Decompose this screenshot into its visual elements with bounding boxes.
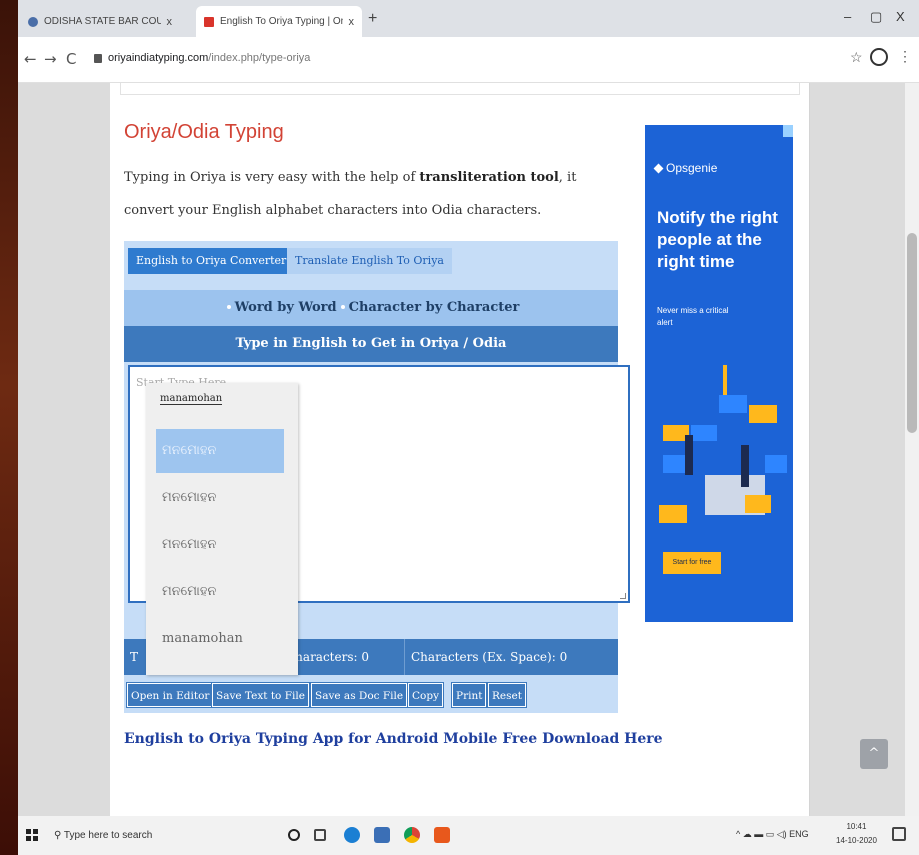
suggestion-item[interactable]: ମନମୋହନ xyxy=(156,476,284,520)
url-domain: oriyaindiatyping.com xyxy=(108,52,209,64)
character-by-character-label[interactable]: Character by Character xyxy=(349,300,520,315)
copy-button[interactable]: Copy xyxy=(406,682,445,708)
chevron-up-icon: ^ xyxy=(868,746,880,761)
windows-start-icon[interactable] xyxy=(26,829,38,841)
tab-odisha-bar-council[interactable]: ODISHA STATE BAR COUNCIL x xyxy=(20,6,180,37)
page-title: Oriya/Odia Typing xyxy=(124,121,284,143)
tab-strip: ODISHA STATE BAR COUNCIL x English To Or… xyxy=(18,0,919,37)
cortana-icon[interactable] xyxy=(288,829,300,841)
word-by-word-radio[interactable] xyxy=(226,305,231,309)
tab-title: English To Oriya Typing | Online xyxy=(220,16,343,27)
characters-stat: Characters: 0 xyxy=(286,650,369,664)
ad-choices-icon[interactable] xyxy=(783,125,793,137)
intro-paragraph: Typing in Oriya is very easy with the he… xyxy=(124,170,577,218)
reset-button[interactable]: Reset xyxy=(487,682,527,708)
suggestion-item[interactable]: ମନମୋହନ xyxy=(156,570,284,614)
stats-divider xyxy=(404,639,405,675)
word-by-word-label[interactable]: Word by Word xyxy=(235,300,337,315)
minimize-button[interactable]: – xyxy=(844,9,851,24)
desktop-background xyxy=(0,0,18,855)
maximize-button[interactable]: ▢ xyxy=(870,9,882,25)
page-scrollbar[interactable] xyxy=(905,83,919,816)
tab-english-to-oriya-converter[interactable]: English to Oriya Converter xyxy=(128,248,295,274)
browser-window: ODISHA STATE BAR COUNCIL x English To Or… xyxy=(18,0,919,816)
transliteration-tool-text: transliteration tool xyxy=(419,170,559,185)
close-window-button[interactable]: X xyxy=(896,9,905,24)
open-in-editor-button[interactable]: Open in Editor xyxy=(125,682,215,708)
tab-english-to-oriya[interactable]: English To Oriya Typing | Online x xyxy=(196,6,362,37)
header-box-edge xyxy=(120,83,800,95)
action-buttons: Open in Editor Save Text to File Save as… xyxy=(124,679,618,713)
web-page: Oriya/Odia Typing Typing in Oriya is ver… xyxy=(18,83,919,816)
tab-translate-english-to-oriya[interactable]: Translate English To Oriya xyxy=(287,248,452,274)
suggestion-item[interactable]: manamohan xyxy=(156,617,284,661)
tab-title: ODISHA STATE BAR COUNCIL xyxy=(44,16,161,27)
ad-cta-button[interactable]: Start for free xyxy=(663,552,721,574)
suggestion-dropdown: manamohan ମନମୋହନ ମନମୋହନ ମନମୋହନ ମନମୋହନ ma… xyxy=(146,383,298,675)
characters-ex-space-stat: Characters (Ex. Space): 0 xyxy=(411,650,568,664)
scrollbar-thumb[interactable] xyxy=(907,233,917,433)
save-as-doc-file-button[interactable]: Save as Doc File xyxy=(309,682,409,708)
address-bar: ← → C oriyaindiatyping.com/index.php/typ… xyxy=(18,37,919,83)
profile-avatar-icon[interactable] xyxy=(870,48,888,66)
url-field[interactable]: oriyaindiatyping.com/index.php/type-oriy… xyxy=(108,52,310,64)
new-tab-button[interactable]: + xyxy=(368,10,377,28)
chrome-icon[interactable] xyxy=(404,827,420,843)
tool-header: Type in English to Get in Oriya / Odia xyxy=(124,326,618,362)
lock-icon xyxy=(94,54,102,63)
suggestion-item[interactable]: ମନମୋହନ xyxy=(156,523,284,567)
task-view-icon[interactable] xyxy=(314,829,326,841)
close-tab-icon[interactable]: x xyxy=(167,16,173,28)
notification-icon[interactable] xyxy=(892,827,906,841)
edge-icon[interactable] xyxy=(344,827,360,843)
taskbar-search[interactable]: ⚲ Type here to search xyxy=(54,824,254,848)
reload-button[interactable]: C xyxy=(66,50,76,68)
close-tab-icon[interactable]: x xyxy=(349,16,355,28)
print-button[interactable]: Print xyxy=(450,682,488,708)
scroll-to-top-button[interactable]: ^ xyxy=(860,739,888,769)
globe-icon xyxy=(28,16,38,27)
character-by-character-radio[interactable] xyxy=(340,305,345,309)
mode-selector: Word by Word Character by Character xyxy=(124,290,618,326)
windows-taskbar: ⚲ Type here to search ^ ☁ ▬ ▭ ◁) ENG 10:… xyxy=(18,816,919,855)
url-path: /index.php/type-oriya xyxy=(208,52,311,64)
resize-grip-icon[interactable] xyxy=(620,593,626,599)
save-text-to-file-button[interactable]: Save Text to File xyxy=(211,682,310,708)
typed-word: manamohan xyxy=(160,393,223,405)
total-words-stat: T xyxy=(130,650,139,664)
system-tray[interactable]: ^ ☁ ▬ ▭ ◁) ENG xyxy=(736,829,809,840)
office-app-icon[interactable] xyxy=(434,827,450,843)
store-icon[interactable] xyxy=(374,827,390,843)
ad-headline: Notify the right people at the right tim… xyxy=(657,208,778,271)
taskbar-clock[interactable]: 10:41 14-10-2020 xyxy=(836,820,877,848)
ad-subtext: Never miss a critical alert xyxy=(657,306,729,327)
menu-kebab-icon[interactable]: ⋮ xyxy=(898,49,912,65)
bookmark-star-icon[interactable]: ☆ xyxy=(850,50,863,66)
forward-button[interactable]: → xyxy=(44,50,57,68)
ad-brand: Opsgenie xyxy=(653,161,717,175)
android-app-link[interactable]: English to Oriya Typing App for Android … xyxy=(124,731,663,747)
opsgenie-logo-icon xyxy=(653,163,664,174)
opsgenie-ad[interactable]: Opsgenie Notify the right people at the … xyxy=(645,125,793,622)
taskbar-search-placeholder: Type here to search xyxy=(63,830,153,841)
back-button[interactable]: ← xyxy=(24,50,37,68)
suggestion-item[interactable]: ମନମୋହନ xyxy=(156,429,284,473)
site-favicon-icon xyxy=(204,16,214,27)
